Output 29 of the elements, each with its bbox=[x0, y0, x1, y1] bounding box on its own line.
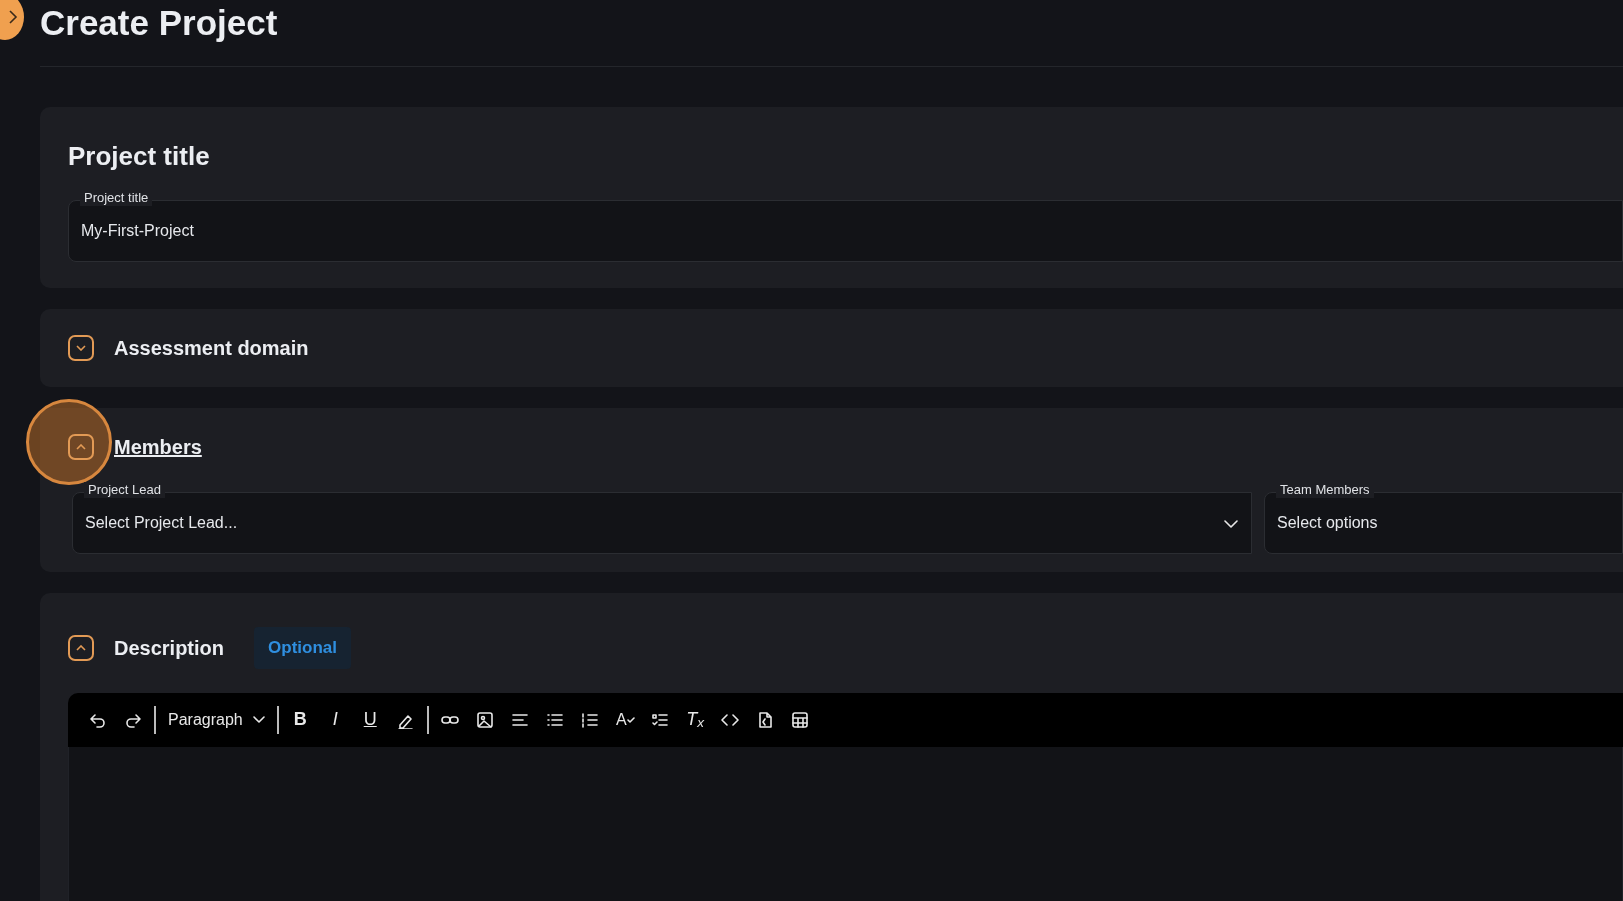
paragraph-dropdown[interactable]: Paragraph bbox=[162, 703, 271, 736]
collapse-toggle[interactable] bbox=[68, 335, 94, 362]
field-label: Project title bbox=[80, 190, 153, 207]
table-icon bbox=[791, 710, 810, 729]
page-title: Create Project bbox=[40, 2, 279, 44]
chevron-up-icon bbox=[76, 444, 86, 451]
chevron-right-icon bbox=[8, 9, 18, 25]
image-icon bbox=[476, 710, 495, 729]
field-label: Team Members bbox=[1276, 482, 1374, 499]
collapse-toggle[interactable] bbox=[68, 634, 94, 661]
check-icon bbox=[626, 716, 635, 723]
chevron-down-icon bbox=[76, 345, 86, 352]
italic-button[interactable]: I bbox=[319, 703, 351, 736]
section-title[interactable]: Assessment domain bbox=[114, 333, 309, 364]
field-label: Project Lead bbox=[84, 482, 165, 499]
card-heading: Project title bbox=[68, 141, 211, 173]
chevron-down-icon bbox=[252, 716, 265, 724]
numbered-list-icon bbox=[581, 710, 600, 729]
document-icon bbox=[756, 710, 775, 729]
underline-button[interactable]: U bbox=[354, 703, 386, 736]
bold-button[interactable]: B bbox=[284, 703, 316, 736]
clear-format-button[interactable]: T$_{x}$ bbox=[679, 703, 711, 736]
optional-badge: Optional bbox=[254, 627, 351, 669]
chevron-down-icon bbox=[1224, 520, 1238, 529]
chevron-up-icon bbox=[76, 644, 86, 651]
spellcheck-button[interactable]: A bbox=[609, 703, 641, 736]
section-title[interactable]: Description bbox=[114, 632, 225, 663]
collapse-toggle[interactable] bbox=[68, 434, 94, 461]
section-title[interactable]: Members bbox=[114, 432, 202, 463]
